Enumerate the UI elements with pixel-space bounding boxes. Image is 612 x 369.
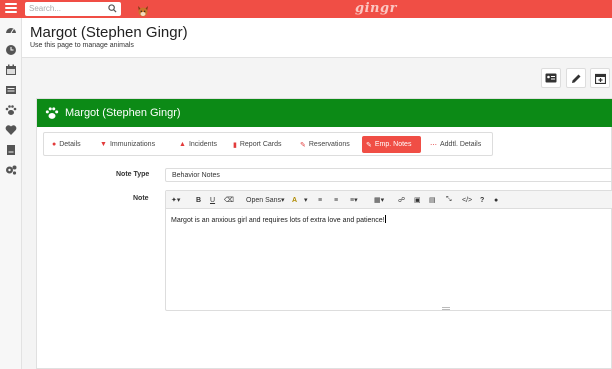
text-color-icon[interactable]: A: [292, 194, 297, 206]
edit-icon: ✎: [300, 141, 306, 149]
font-family-select[interactable]: Open Sans ▾: [246, 194, 285, 206]
page-title: Margot (Stephen Gingr): [30, 24, 188, 41]
register-icon[interactable]: [5, 84, 17, 96]
tab-report-cards[interactable]: ▮ Report Cards: [229, 136, 286, 153]
add-reservation-button[interactable]: [590, 68, 610, 88]
fullscreen-icon[interactable]: ⤡: [446, 194, 452, 206]
paw-icon: [45, 107, 59, 119]
tab-label: Details: [59, 141, 81, 148]
heart-icon[interactable]: [5, 124, 17, 136]
magic-style-icon[interactable]: ✦▾: [171, 194, 180, 206]
file-icon: ▮: [233, 141, 237, 149]
tab-details[interactable]: ● Details: [48, 136, 85, 153]
tab-label: Incidents: [188, 141, 217, 148]
note-label: Note: [133, 195, 149, 202]
pencil-icon: ✎: [366, 141, 372, 149]
code-view-icon[interactable]: </>: [462, 194, 472, 206]
font-name: Open Sans: [246, 196, 282, 204]
id-card-button[interactable]: [541, 68, 561, 88]
microphone-icon[interactable]: ●: [494, 194, 498, 206]
brand-logo[interactable]: gingr: [355, 1, 397, 16]
video-icon[interactable]: ▤: [429, 194, 436, 206]
search-input[interactable]: Search...: [25, 2, 121, 16]
note-type-select[interactable]: Behavior Notes: [165, 168, 612, 182]
clock-icon[interactable]: [5, 44, 17, 56]
page-header: Margot (Stephen Gingr) Use this page to …: [22, 18, 612, 58]
shield-icon: ▼: [100, 141, 107, 148]
underline-icon[interactable]: U: [210, 194, 215, 206]
animal-panel: Margot (Stephen Gingr) ● Details ▼ Immuniz…: [36, 98, 612, 369]
note-type-label: Note Type: [116, 171, 150, 178]
ellipsis-icon: ⋯: [430, 141, 437, 149]
link-icon[interactable]: ☍: [398, 194, 405, 206]
note-text-content: Margot is an anxious girl and requires l…: [171, 217, 385, 224]
eraser-icon[interactable]: ⌫: [224, 194, 234, 206]
help-icon[interactable]: ?: [480, 194, 484, 206]
panel-header: Margot (Stephen Gingr): [37, 99, 612, 127]
tab-emp-notes[interactable]: ✎ Emp. Notes: [362, 136, 421, 153]
edit-button[interactable]: [566, 68, 586, 88]
tab-label: Report Cards: [239, 141, 282, 148]
search-placeholder: Search...: [29, 4, 62, 13]
paw-icon[interactable]: [5, 104, 17, 116]
note-editor[interactable]: ✦▾ B U ⌫ Open Sans ▾ A ▾ ≡ ≡ ≡▾ ▦▾ ☍ ▣ ▤ …: [165, 190, 612, 311]
dashboard-icon[interactable]: [5, 24, 17, 36]
table-icon[interactable]: ▦▾: [374, 194, 384, 206]
pencil-icon: [571, 74, 580, 83]
numbered-list-icon[interactable]: ≡: [334, 194, 338, 206]
note-text[interactable]: Margot is an anxious girl and requires l…: [171, 215, 386, 224]
gears-icon[interactable]: [5, 164, 17, 176]
tab-label: Addtl. Details: [440, 141, 482, 148]
user-icon: ●: [52, 141, 57, 148]
calendar-icon[interactable]: [5, 64, 17, 76]
tab-addtl-details[interactable]: ⋯ Addtl. Details: [426, 136, 485, 153]
text-caret: [384, 215, 386, 223]
tab-immunizations[interactable]: ▼ Immunizations: [96, 136, 159, 153]
id-card-icon: [545, 73, 557, 83]
bold-icon[interactable]: B: [196, 194, 201, 206]
calendar-plus-icon: [594, 73, 606, 84]
align-icon[interactable]: ≡▾: [350, 194, 358, 206]
page-subtitle: Use this page to manage animals: [30, 42, 134, 49]
tab-label: Reservations: [308, 141, 350, 148]
top-navbar: Search... gingr: [0, 0, 612, 18]
tab-reservations[interactable]: ✎ Reservations: [296, 136, 354, 153]
animal-tabs: ● Details ▼ Immunizations ▲ Incidents ▮ Repo…: [43, 132, 493, 156]
hamburger-menu-icon[interactable]: [5, 3, 17, 15]
search-icon[interactable]: [108, 4, 117, 13]
mascot-logo-icon: [138, 6, 148, 17]
color-dropdown-icon[interactable]: ▾: [304, 194, 308, 206]
editor-toolbar: ✦▾ B U ⌫ Open Sans ▾ A ▾ ≡ ≡ ≡▾ ▦▾ ☍ ▣ ▤ …: [166, 191, 612, 209]
image-icon[interactable]: ▣: [414, 194, 421, 206]
warning-icon: ▲: [179, 141, 186, 148]
tab-incidents[interactable]: ▲ Incidents: [175, 136, 221, 153]
panel-title: Margot (Stephen Gingr): [65, 107, 181, 119]
sidebar: [0, 18, 22, 369]
tab-label: Emp. Notes: [374, 141, 412, 148]
bullet-list-icon[interactable]: ≡: [318, 194, 322, 206]
editor-resize-handle[interactable]: [442, 307, 450, 310]
book-icon[interactable]: [5, 144, 17, 156]
tab-label: Immunizations: [109, 141, 156, 148]
